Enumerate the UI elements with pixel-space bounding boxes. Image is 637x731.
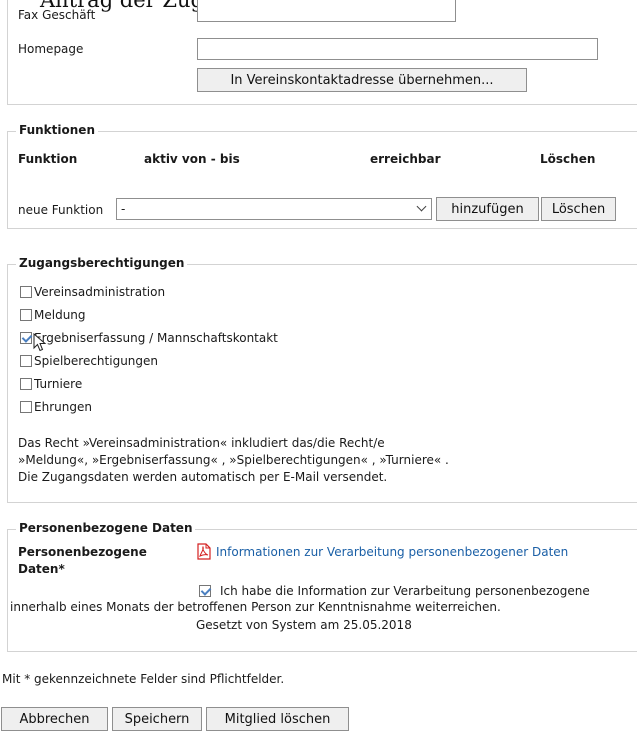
label-ergebniserfassung: Ergebniserfassung / Mannschaftskontakt [34,331,278,345]
delete-function-button[interactable]: Löschen [541,197,616,221]
chevron-down-icon [416,201,427,212]
mouse-cursor-icon [33,333,47,352]
privacy-consent-text: Ich habe die Information zur Verarbeitun… [220,584,590,598]
privacy-field-label-1: Personenbezogene [18,545,147,559]
function-select[interactable]: - [116,198,432,220]
fax-label: Fax Geschäft [18,8,96,22]
privacy-consent-line2: innerhalb eines Monats der betroffenen P… [10,600,501,614]
access-note-line2: »Meldung«, »Ergebniserfassung« , »Spielb… [18,453,449,467]
checkbox-ergebniserfassung[interactable] [20,332,32,344]
checkbox-spielberechtigungen[interactable] [20,355,32,367]
privacy-field-label-2: Daten* [18,562,65,576]
save-button[interactable]: Speichern [112,707,202,731]
label-spielberechtigungen: Spielberechtigungen [34,354,159,368]
label-vereinsadministration: Vereinsadministration [34,285,166,299]
function-select-value: - [121,202,126,216]
add-function-button[interactable]: hinzufügen [436,197,539,221]
label-meldung: Meldung [34,308,86,322]
col-active: aktiv von - bis [144,152,240,166]
privacy-fieldset: Personenbezogene Daten Personenbezogene … [7,521,637,652]
checkbox-turniere[interactable] [20,378,32,390]
functions-legend: Funktionen [16,123,98,137]
col-reachable: erreichbar [370,152,441,166]
transfer-contact-button[interactable]: In Vereinskontaktadresse übernehmen... [197,68,527,92]
delete-member-button[interactable]: Mitglied löschen [206,707,349,731]
contact-fieldset: Fax Geschäft Homepage In Vereinskontakta… [7,0,637,105]
access-legend: Zugangsberechtigungen [16,256,188,270]
privacy-set-by: Gesetzt von System am 25.05.2018 [196,618,412,632]
access-note-line3: Die Zugangsdaten werden automatisch per … [18,470,388,484]
privacy-legend: Personenbezogene Daten [16,521,196,535]
privacy-info-link[interactable]: Informationen zur Verarbeitung personenb… [216,545,568,559]
new-function-label: neue Funktion [18,203,104,217]
access-fieldset: Zugangsberechtigungen Vereinsadministrat… [7,256,637,503]
cancel-button[interactable]: Abbrechen [1,707,108,731]
pdf-icon[interactable] [196,543,212,560]
checkbox-vereinsadministration[interactable] [20,286,32,298]
fax-input[interactable] [197,0,456,22]
label-ehrungen: Ehrungen [34,400,92,414]
col-function: Funktion [18,152,78,166]
functions-fieldset: Funktionen Funktion aktiv von - bis erre… [7,123,637,229]
checkbox-ehrungen[interactable] [20,401,32,413]
homepage-label: Homepage [18,42,84,56]
label-turniere: Turniere [34,377,83,391]
homepage-input[interactable] [197,38,598,60]
privacy-consent-checkbox[interactable] [199,585,211,597]
required-note: Mit * gekennzeichnete Felder sind Pflich… [2,672,285,686]
access-note-line1: Das Recht »Vereinsadministration« inklud… [18,436,385,450]
col-delete: Löschen [540,152,596,166]
checkbox-meldung[interactable] [20,309,32,321]
